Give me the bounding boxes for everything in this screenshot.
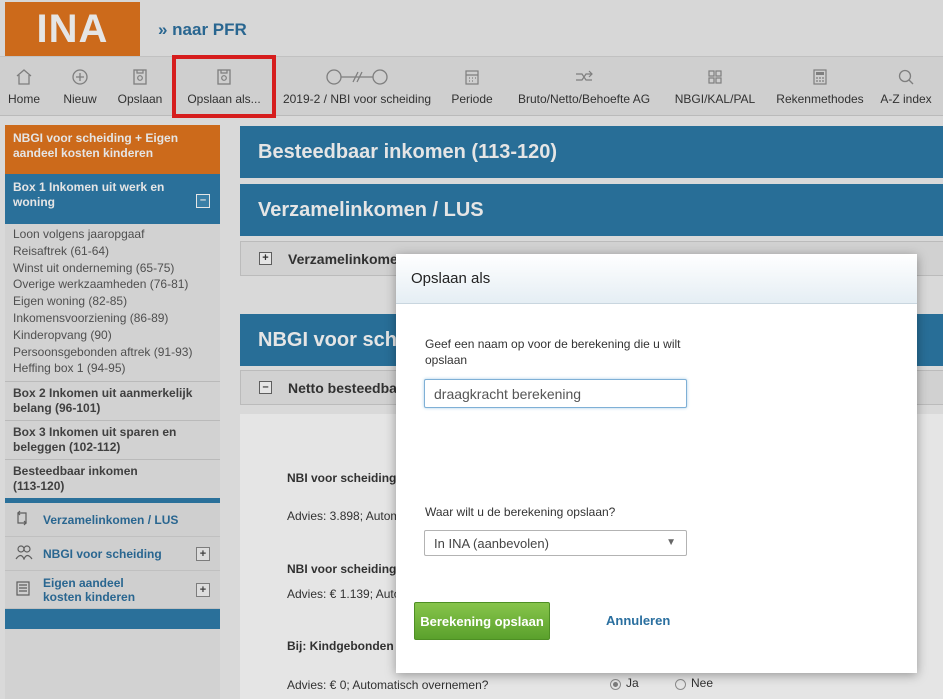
save-location-value: In INA (aanbevolen) [434, 535, 549, 551]
save-calculation-button[interactable]: Berekening opslaan [414, 602, 550, 640]
calculation-name-input[interactable] [424, 379, 687, 408]
dialog-title: Opslaan als [411, 270, 491, 287]
chevron-down-icon: ▼ [666, 537, 676, 548]
cancel-button[interactable]: Annuleren [606, 613, 670, 628]
dialog-header: Opslaan als [396, 254, 917, 304]
location-prompt: Waar wilt u de berekening opslaan? [425, 505, 616, 519]
save-as-dialog: Opslaan als Geef een naam op voor de ber… [396, 254, 917, 673]
name-prompt: Geef een naam op voor de berekening die … [425, 337, 681, 367]
save-location-select[interactable]: In INA (aanbevolen) ▼ [424, 530, 687, 556]
